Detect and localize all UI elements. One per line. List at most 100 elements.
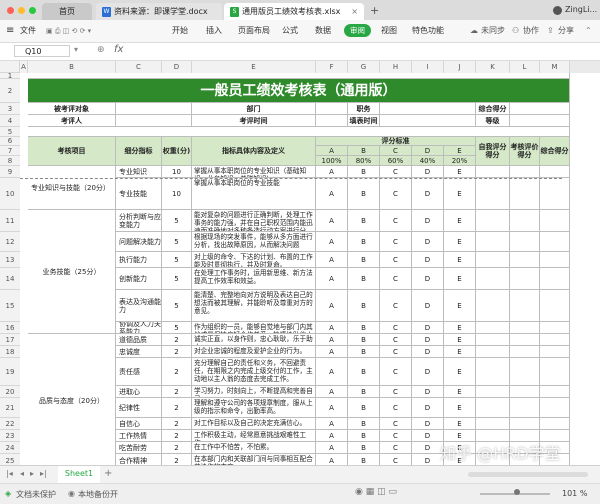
grade-cell[interactable]: A [316,346,348,358]
grade-cell[interactable]: B [348,346,380,358]
column-header-cell[interactable]: J [444,61,476,73]
header-percent[interactable]: 40% [412,156,444,166]
more-icon[interactable]: ⌃ [585,20,592,42]
content-cell[interactable]: 诚实正直，以身作则，忠心耿耿，乐于助人。 [192,334,316,346]
row-header-cell[interactable]: 14 [0,268,20,290]
minimize-window-icon[interactable] [18,7,25,14]
grade-cell[interactable]: E [444,398,476,418]
grade-cell[interactable]: B [348,232,380,252]
reviewer-score-cell[interactable] [510,268,540,290]
grade-cell[interactable]: D [412,418,444,430]
backup-status[interactable]: 本地备份开 [78,489,118,500]
grade-cell[interactable]: B [348,442,380,454]
prev-sheet-icon[interactable]: ◂ [20,469,24,478]
total-score-cell[interactable] [540,334,570,346]
menu-formula[interactable]: 公式 [282,20,298,42]
self-score-cell[interactable] [476,252,510,268]
zoom-level[interactable]: 101 % [562,489,587,498]
content-cell[interactable]: 掌握从事本职岗位的专业技能 [192,178,316,210]
indicator-cell[interactable]: 道德品质 [116,334,162,346]
tab-docx[interactable]: W 资料来源：即课学堂.docx [96,3,222,20]
grade-cell[interactable]: B [348,430,380,442]
header-content[interactable]: 指标具体内容及定义 [192,137,316,166]
menu-home[interactable]: 开始 [172,20,188,42]
grade-cell[interactable]: E [444,268,476,290]
grade-cell[interactable]: D [412,166,444,178]
row-header-cell[interactable]: 20 [0,386,20,398]
value-evaluator[interactable] [116,115,192,127]
indicator-cell[interactable]: 责任感 [116,358,162,386]
self-score-cell[interactable] [476,346,510,358]
grade-cell[interactable]: D [412,386,444,398]
content-cell[interactable]: 在本部门内和关联部门间与同事相互配合共协作的态度。 [192,454,316,465]
header-grade[interactable]: E [444,146,476,156]
label-eval-time[interactable]: 考评时间 [192,115,316,127]
view-mode-icons[interactable]: ◉ ▦ ◫ ▭ [355,487,397,497]
toolbar-shortcut-icons[interactable]: ▣ ⎙ ◫ ⟲ ⟳ ▾ [46,20,91,42]
grade-cell[interactable]: C [380,210,412,232]
grade-cell[interactable]: C [380,232,412,252]
menu-data[interactable]: 数据 [315,20,331,42]
new-tab-icon[interactable]: + [370,4,379,17]
weight-cell[interactable]: 2 [162,454,192,465]
grade-cell[interactable]: E [444,386,476,398]
content-cell[interactable]: 能清楚、完整地向对方说明及表达自己的想法而被其理解，并能聆听及尊重对方的意见。 [192,290,316,322]
grade-cell[interactable]: D [412,322,444,334]
content-cell[interactable]: 能对复杂的问题进行正确判断，处理工作事务的能力强，并在自己职权范围内能迅速而准确… [192,210,316,232]
indicator-cell[interactable]: 自信心 [116,418,162,430]
row-header-cell[interactable]: 10 [0,178,20,210]
close-tab-icon[interactable]: × [351,3,358,20]
weight-cell[interactable]: 5 [162,232,192,252]
indicator-cell[interactable]: 忠诚度 [116,346,162,358]
maximize-window-icon[interactable] [29,7,36,14]
weight-cell[interactable]: 10 [162,166,192,178]
tab-xlsx[interactable]: S 通用版员工绩效考核表.xlsx × [224,3,364,20]
content-cell[interactable]: 作为组织的一员，能够自觉地与部门内其他成员保持良好合作关系，热情协助他人的工作，… [192,322,316,334]
spacer-row[interactable] [28,127,570,137]
total-score-cell[interactable] [540,166,570,178]
menu-view[interactable]: 视图 [381,20,397,42]
column-header-cell[interactable]: K [476,61,510,73]
grade-cell[interactable]: C [380,386,412,398]
weight-cell[interactable]: 2 [162,386,192,398]
grade-cell[interactable]: A [316,334,348,346]
menu-file[interactable]: 文件 [20,20,36,42]
menu-features[interactable]: 特色功能 [412,20,444,42]
menu-review[interactable]: 审阅 [344,24,371,37]
fx-icon[interactable]: fx [114,44,123,55]
grade-cell[interactable]: A [316,178,348,210]
grade-cell[interactable]: E [444,334,476,346]
grade-cell[interactable]: C [380,358,412,386]
header-total-score[interactable]: 综合得分 [540,137,570,166]
row-header-cell[interactable]: 2 [0,79,20,103]
tab-home[interactable]: 首页 [42,3,92,20]
indicator-cell[interactable]: 纪律性 [116,398,162,418]
doc-status[interactable]: 文档未保护 [16,489,56,500]
row-header-cell[interactable]: 18 [0,346,20,358]
grade-cell[interactable]: C [380,290,412,322]
row-header-cell[interactable]: 5 [0,127,20,137]
column-header-cell[interactable]: E [192,61,316,73]
grade-cell[interactable]: A [316,268,348,290]
indicator-cell[interactable]: 创新能力 [116,268,162,290]
grade-cell[interactable]: D [412,252,444,268]
name-box[interactable]: Q10 [14,45,70,57]
grade-cell[interactable]: B [348,334,380,346]
total-score-cell[interactable] [540,358,570,386]
row-header-cell[interactable]: 6 [0,137,20,146]
sync-status[interactable]: 未同步 [481,20,505,42]
grade-cell[interactable]: A [316,398,348,418]
reviewer-score-cell[interactable] [510,166,540,178]
reviewer-score-cell[interactable] [510,252,540,268]
self-score-cell[interactable] [476,232,510,252]
grade-cell[interactable]: E [444,418,476,430]
self-score-cell[interactable] [476,166,510,178]
total-score-cell[interactable] [540,386,570,398]
formula-input[interactable] [134,45,594,57]
next-sheet-icon[interactable]: ▸ [30,469,34,478]
content-cell[interactable]: 理解和遵守公司的各项规章制度，服从上级的指示和命令，出勤率高。 [192,398,316,418]
header-percent[interactable]: 100% [316,156,348,166]
grade-cell[interactable]: A [316,454,348,465]
self-score-cell[interactable] [476,290,510,322]
grade-cell[interactable]: D [412,358,444,386]
